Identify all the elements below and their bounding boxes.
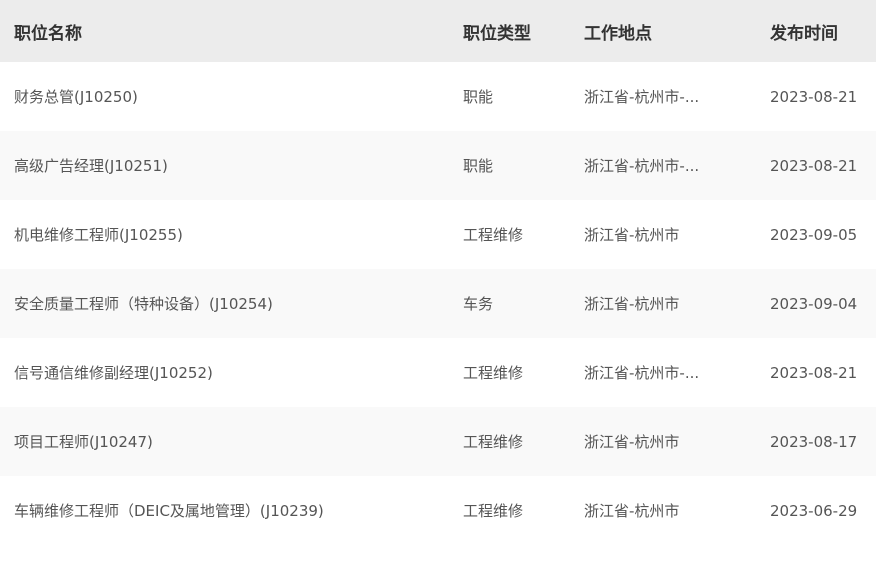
job-date-cell: 2023-06-29	[770, 501, 858, 520]
table-row[interactable]: 信号通信维修副经理(J10252) 工程维修 浙江省-杭州市-... 2023-…	[0, 338, 876, 407]
job-title-cell[interactable]: 机电维修工程师(J10255)	[0, 200, 463, 269]
table-row[interactable]: 机电维修工程师(J10255) 工程维修 浙江省-杭州市 2023-09-05	[0, 200, 876, 269]
header-publish-date: 发布时间	[770, 23, 838, 44]
job-date-cell: 2023-09-05	[770, 225, 858, 244]
job-date-cell: 2023-08-21	[770, 156, 858, 175]
job-location-cell: 浙江省-杭州市-...	[584, 88, 700, 106]
job-type-cell: 车务	[463, 295, 494, 313]
table-row[interactable]: 安全质量工程师（特种设备）(J10254) 车务 浙江省-杭州市 2023-09…	[0, 269, 876, 338]
header-job-title: 职位名称	[14, 23, 82, 44]
job-type-cell: 工程维修	[463, 433, 524, 451]
job-date-cell: 2023-08-21	[770, 87, 858, 106]
job-date-cell: 2023-09-04	[770, 294, 858, 313]
job-listing-table: 职位名称 职位类型 工作地点 发布时间 财务总管(J10250) 职能 浙江省-…	[0, 0, 876, 545]
table-row[interactable]: 高级广告经理(J10251) 职能 浙江省-杭州市-... 2023-08-21	[0, 131, 876, 200]
header-row: 职位名称 职位类型 工作地点 发布时间	[0, 0, 876, 62]
job-type-cell: 工程维修	[463, 226, 524, 244]
table-row[interactable]: 项目工程师(J10247) 工程维修 浙江省-杭州市 2023-08-17	[0, 407, 876, 476]
header-work-location: 工作地点	[584, 23, 652, 44]
job-location-cell: 浙江省-杭州市	[584, 295, 680, 313]
job-type-cell: 职能	[463, 157, 494, 175]
job-title-cell[interactable]: 项目工程师(J10247)	[0, 407, 463, 476]
job-type-cell: 工程维修	[463, 502, 524, 520]
table-row[interactable]: 车辆维修工程师（DEIC及属地管理）(J10239) 工程维修 浙江省-杭州市 …	[0, 476, 876, 545]
job-type-cell: 工程维修	[463, 364, 524, 382]
job-location-cell: 浙江省-杭州市	[584, 226, 680, 244]
job-location-cell: 浙江省-杭州市-...	[584, 364, 700, 382]
job-title-cell[interactable]: 车辆维修工程师（DEIC及属地管理）(J10239)	[0, 476, 463, 545]
header-job-type: 职位类型	[463, 23, 531, 44]
job-title-cell[interactable]: 安全质量工程师（特种设备）(J10254)	[0, 269, 463, 338]
job-title-cell[interactable]: 财务总管(J10250)	[0, 62, 463, 131]
job-type-cell: 职能	[463, 88, 494, 106]
job-date-cell: 2023-08-17	[770, 432, 858, 451]
job-location-cell: 浙江省-杭州市	[584, 433, 680, 451]
job-title-cell[interactable]: 高级广告经理(J10251)	[0, 131, 463, 200]
job-date-cell: 2023-08-21	[770, 363, 858, 382]
job-location-cell: 浙江省-杭州市-...	[584, 157, 700, 175]
table-row[interactable]: 财务总管(J10250) 职能 浙江省-杭州市-... 2023-08-21	[0, 62, 876, 131]
table-body: 财务总管(J10250) 职能 浙江省-杭州市-... 2023-08-21 高…	[0, 62, 876, 545]
job-location-cell: 浙江省-杭州市	[584, 502, 680, 520]
table-header: 职位名称 职位类型 工作地点 发布时间	[0, 0, 876, 62]
job-title-cell[interactable]: 信号通信维修副经理(J10252)	[0, 338, 463, 407]
